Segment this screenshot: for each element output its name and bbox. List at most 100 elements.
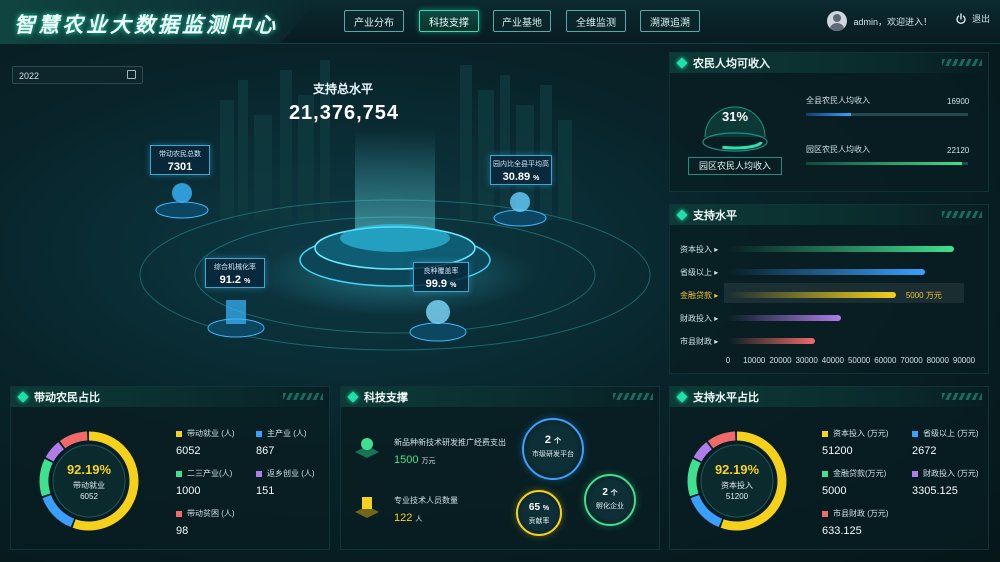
income-panel: 农民人均可收入 31% 园区农民人均收入 — [669, 52, 989, 192]
tab-full-monitoring[interactable]: 全维监测 — [566, 10, 626, 32]
legend-swatch — [912, 470, 918, 477]
bar-0[interactable] — [728, 246, 954, 252]
legend-label: 返乡创业 (人) — [267, 469, 315, 478]
legend-label: 金融贷款(万元) — [833, 469, 887, 478]
user-info[interactable]: admin，欢迎进入！ — [827, 11, 932, 31]
donut-segment[interactable] — [59, 431, 88, 449]
staff-icon — [355, 497, 379, 518]
brand-area: 智慧农业大数据监测中心 — [0, 0, 318, 44]
tab-industry-base[interactable]: 产业基地 — [493, 10, 551, 32]
diamond-icon — [676, 391, 688, 403]
park-income-fill — [806, 162, 962, 165]
legend-item: 主产业 (人) 867 — [256, 428, 307, 457]
funding-label: 新品种新技术研发推广经费支出 — [394, 438, 506, 447]
legend-label: 主产业 (人) — [267, 429, 307, 438]
panel-title: 农民人均可收入 — [670, 53, 988, 73]
x-tick-label: 50000 — [847, 356, 871, 365]
dashboard-root: 智慧农业大数据监测中心 产业分布 科技支撑 产业基地 全维监测 溯源追溯 adm… — [0, 0, 1000, 562]
legend-label: 财政投入 (万元) — [923, 469, 979, 478]
legend-label: 市县财政 (万元) — [833, 509, 889, 518]
stripes-decoration — [283, 393, 323, 400]
card-label: 带动农民总数 — [159, 151, 201, 158]
bubble-unit: 个 — [610, 490, 618, 498]
tech-bubble[interactable]: 2 个孵化企业 — [584, 474, 636, 526]
legend-value: 151 — [256, 485, 275, 497]
bar-2[interactable] — [728, 292, 896, 298]
legend-value: 633.125 — [822, 525, 862, 537]
legend-value: 3305.125 — [912, 485, 958, 497]
legend-swatch — [176, 430, 182, 437]
card-value: 99.9 % — [414, 278, 468, 290]
panel-title: 带动农民占比 — [11, 387, 329, 407]
card-farmers-total: 带动农民总数 7301 — [150, 145, 210, 175]
legend-label: 带动贫困 (人) — [187, 509, 235, 518]
bar-1[interactable] — [728, 269, 925, 275]
bar-category-label: 金融贷款 ▸ — [680, 291, 719, 300]
bubble-label: 贡献率 — [528, 518, 550, 526]
card-number: 99.9 — [425, 278, 448, 290]
legend-value: 867 — [256, 445, 275, 457]
funding-unit: 万元 — [421, 458, 436, 465]
x-tick-label: 90000 — [952, 356, 976, 365]
diamond-icon — [676, 57, 688, 69]
tech-bubble[interactable]: 2 个市级研发平台 — [522, 418, 584, 480]
legend-swatch — [256, 430, 262, 437]
legend-item: 资本投入 (万元) 51200 — [822, 428, 889, 457]
x-tick-label: 40000 — [821, 356, 844, 365]
bubble-value: 2 个 — [602, 487, 618, 499]
tab-label: 产业基地 — [502, 17, 542, 29]
legend-value: 5000 — [822, 485, 847, 497]
center-title: 支持总水平 — [312, 82, 373, 96]
year-picker[interactable]: 2022 — [12, 66, 143, 84]
diamond-icon — [17, 391, 29, 403]
stripes-decoration — [942, 211, 982, 218]
user-greeting: admin，欢迎进入！ — [853, 16, 932, 27]
highlight-value-label: 5000 万元 — [905, 291, 942, 300]
legend-swatch — [822, 470, 828, 477]
tab-industry-distribution[interactable]: 产业分布 — [344, 10, 404, 32]
avatar[interactable] — [827, 11, 848, 31]
card-value: 7301 — [167, 161, 193, 173]
pedestal-left-top — [155, 183, 209, 219]
tab-label: 科技支撑 — [429, 17, 469, 29]
county-income-fill — [806, 113, 852, 116]
stripes-decoration — [613, 393, 653, 400]
park-income-track — [806, 162, 968, 165]
tab-label: 产业分布 — [354, 17, 394, 29]
card-number: 30.89 — [502, 171, 531, 183]
funding-value: 1500 — [394, 454, 419, 466]
farmers-percent: 92.19% — [66, 462, 112, 477]
diamond-icon — [676, 209, 688, 221]
x-tick-label: 70000 — [900, 356, 923, 365]
legend-label: 省级以上 (万元) — [923, 429, 979, 438]
donut-segment[interactable] — [707, 431, 736, 449]
stripes-decoration — [942, 393, 982, 400]
tech-bubble[interactable]: 65 % 贡献率 — [516, 490, 562, 536]
income-gauge — [702, 106, 768, 152]
top-header: 智慧农业大数据监测中心 产业分布 科技支撑 产业基地 全维监测 溯源追溯 adm… — [0, 0, 1000, 44]
donut-segment[interactable] — [693, 442, 713, 462]
bar-category-label: 财政投入 ▸ — [680, 314, 719, 323]
donut-segment[interactable] — [45, 442, 65, 462]
park-income-value: 22120 — [947, 146, 970, 155]
legend-value: 2672 — [912, 445, 937, 457]
bar-4[interactable] — [728, 338, 815, 344]
x-tick-label: 60000 — [874, 356, 897, 365]
tab-traceability[interactable]: 溯源追溯 — [640, 10, 700, 32]
x-tick-label: 0 — [725, 356, 731, 365]
panel-title-text: 农民人均可收入 — [693, 58, 770, 70]
legend-item: 省级以上 (万元) 2672 — [912, 428, 979, 457]
funding-icon — [355, 438, 379, 458]
tab-label: 全维监测 — [576, 17, 616, 29]
bar-3[interactable] — [728, 315, 841, 321]
power-icon — [956, 12, 966, 24]
legend-label: 二三产业(人) — [187, 469, 233, 478]
legend-swatch — [912, 430, 918, 437]
tab-tech-support[interactable]: 科技支撑 — [419, 10, 479, 32]
staff-unit: 人 — [415, 516, 423, 523]
legend-value: 1000 — [176, 485, 201, 497]
bubble-value: 2 个 — [544, 433, 562, 446]
park-income-label: 园区农民人均收入 — [806, 145, 870, 154]
staff-label: 专业技术人员数量 — [394, 496, 458, 505]
logout-button[interactable]: 退出 — [955, 12, 990, 25]
